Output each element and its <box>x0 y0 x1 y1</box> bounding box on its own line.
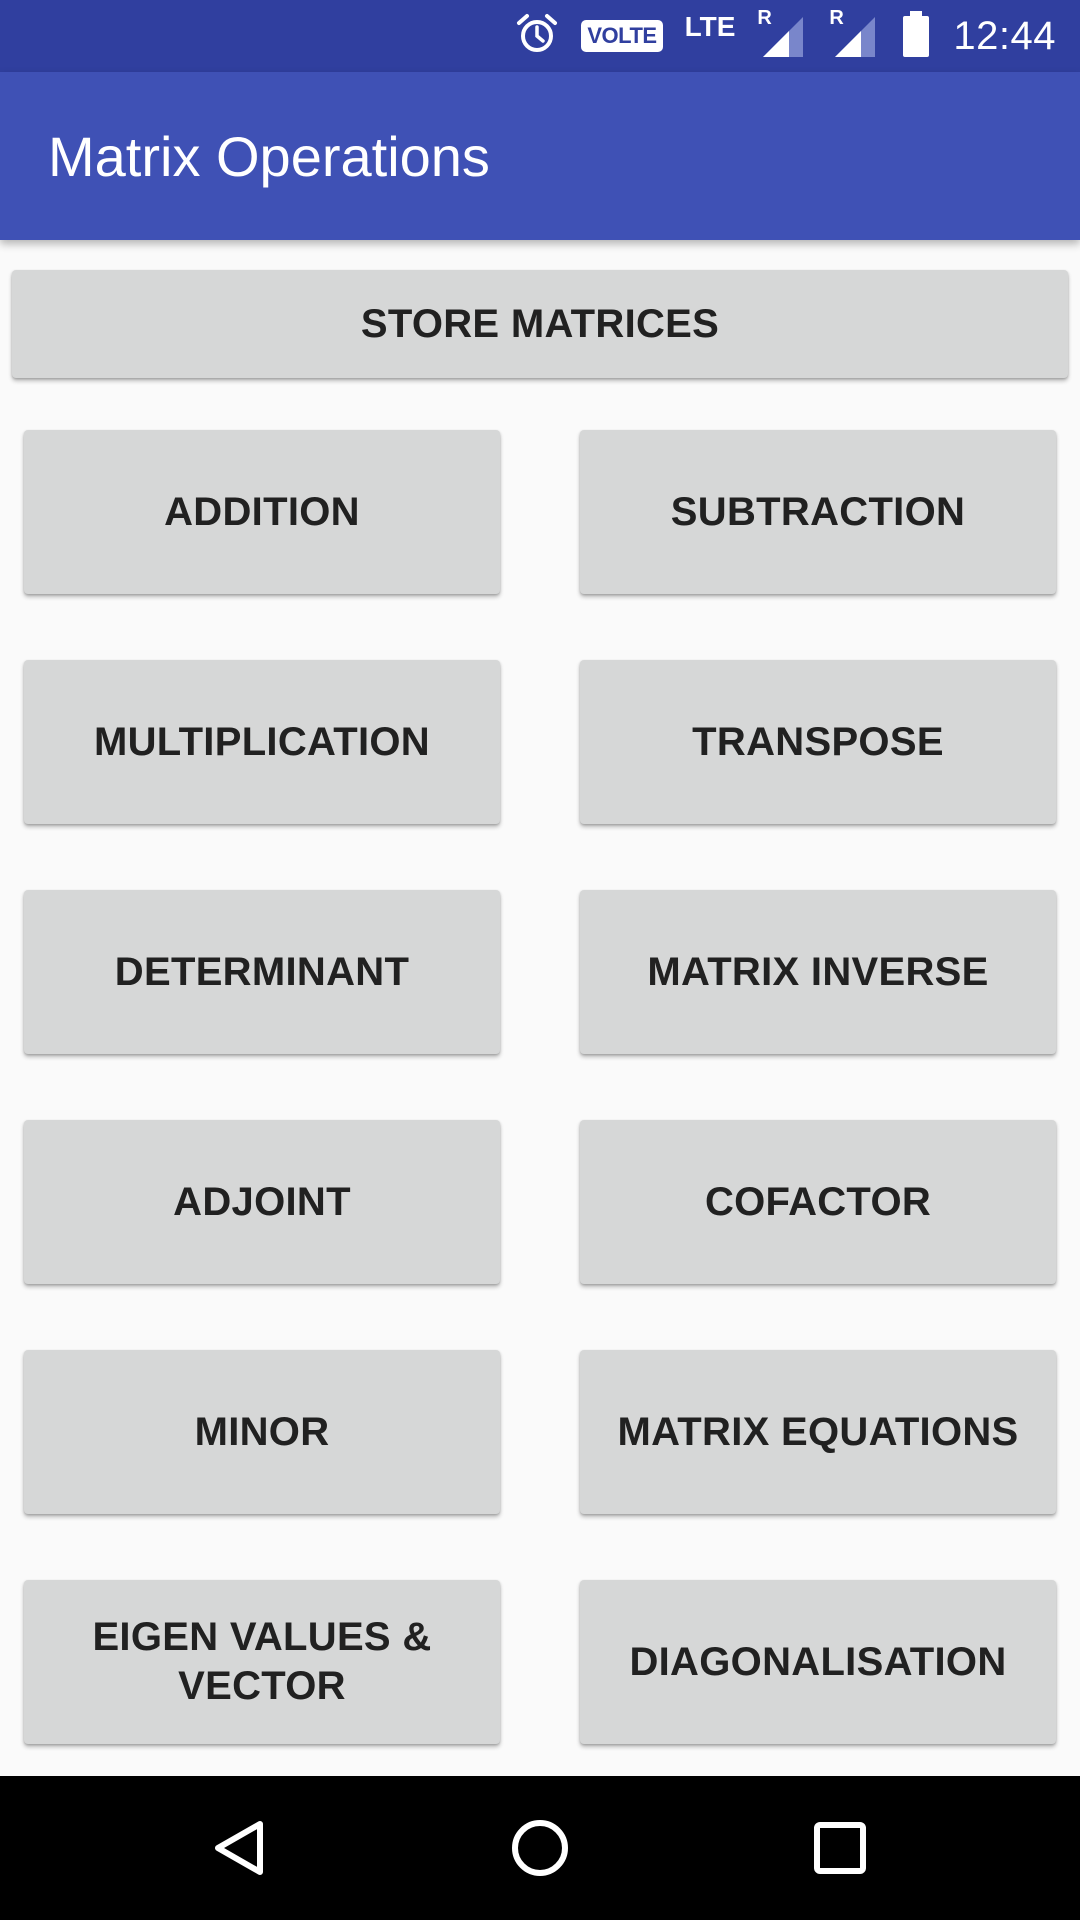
subtraction-button[interactable]: SUBTRACTION <box>580 430 1056 594</box>
status-bar: VOLTE LTE R R 12:44 <box>0 0 1080 72</box>
store-matrices-button[interactable]: STORE MATRICES <box>12 270 1068 378</box>
transpose-button[interactable]: TRANSPOSE <box>580 660 1056 824</box>
adjoint-button[interactable]: ADJOINT <box>24 1120 500 1284</box>
clock: 12:44 <box>953 13 1056 58</box>
multiplication-button[interactable]: MULTIPLICATION <box>24 660 500 824</box>
home-icon[interactable] <box>500 1808 580 1888</box>
addition-button[interactable]: ADDITION <box>24 430 500 594</box>
lte-label: LTE <box>684 11 736 42</box>
recents-icon[interactable] <box>800 1808 880 1888</box>
matrix-inverse-button[interactable]: MATRIX INVERSE <box>580 890 1056 1054</box>
determinant-button[interactable]: DETERMINANT <box>24 890 500 1054</box>
diagonalisation-button[interactable]: DIAGONALISATION <box>580 1580 1056 1744</box>
signal-icon: R <box>757 7 807 59</box>
cofactor-button[interactable]: COFACTOR <box>580 1120 1056 1284</box>
back-icon[interactable] <box>200 1808 280 1888</box>
alarm-icon <box>515 12 559 61</box>
eigen-values-vector-button[interactable]: EIGEN VALUES & VECTOR <box>24 1580 500 1744</box>
battery-icon <box>901 10 931 62</box>
volte-icon: VOLTE <box>581 20 663 52</box>
page-title: Matrix Operations <box>48 124 490 188</box>
navigation-bar <box>0 1776 1080 1920</box>
minor-button[interactable]: MINOR <box>24 1350 500 1514</box>
matrix-equations-button[interactable]: MATRIX EQUATIONS <box>580 1350 1056 1514</box>
status-icons: VOLTE LTE R R 12:44 <box>493 0 1056 72</box>
app-bar: Matrix Operations <box>0 72 1080 240</box>
signal-icon: R <box>829 7 879 59</box>
